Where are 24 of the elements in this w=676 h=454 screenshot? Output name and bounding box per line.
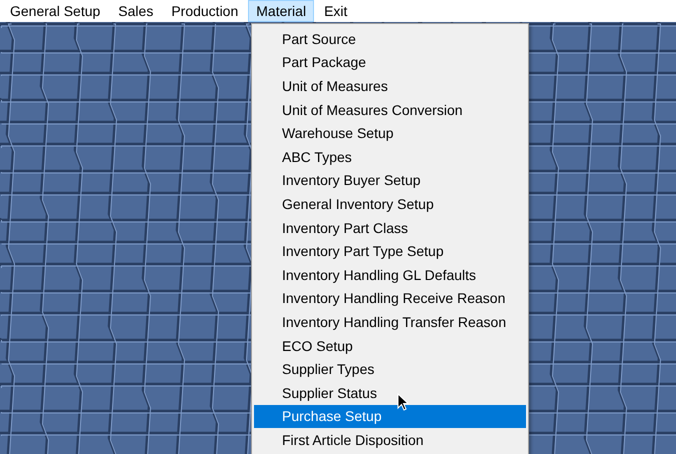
menu-item[interactable]: Warehouse Setup: [254, 121, 526, 145]
menu-item[interactable]: General Inventory Setup: [254, 192, 526, 216]
menu-item[interactable]: Inventory Handling Receive Reason: [254, 286, 526, 310]
menu-item[interactable]: Unit of Measures: [254, 74, 526, 98]
menu-bar-item[interactable]: Sales: [110, 0, 162, 22]
menu-item[interactable]: Inventory Handling GL Defaults: [254, 262, 526, 287]
menu-item[interactable]: Inventory Part Type Setup: [254, 239, 526, 263]
menu-item[interactable]: Purchase Setup: [254, 404, 526, 428]
menu-item[interactable]: First Article Disposition: [254, 428, 526, 452]
mouse-pointer-icon: [397, 393, 409, 411]
menu-item[interactable]: Inventory Buyer Setup: [254, 168, 526, 192]
menu-bar-item[interactable]: Production: [163, 0, 246, 22]
menu-item[interactable]: Inventory Part Class: [254, 216, 526, 240]
menu-bar-item[interactable]: Exit: [316, 0, 356, 22]
menu-item[interactable]: Supplier Status: [254, 380, 526, 404]
menu-item[interactable]: Part Source: [254, 27, 526, 51]
menu-item[interactable]: ABC Types: [254, 144, 526, 169]
menu-item[interactable]: Supplier Types: [254, 357, 526, 381]
menu-bar-item[interactable]: Material: [248, 0, 314, 22]
menu-item[interactable]: Part Package: [254, 50, 526, 74]
menu-item[interactable]: Inventory Handling Transfer Reason: [254, 310, 526, 334]
menu-bar-item[interactable]: General Setup: [2, 0, 108, 22]
menu-item[interactable]: Unit of Measures Conversion: [254, 98, 526, 122]
menu-item[interactable]: ECO Setup: [254, 334, 526, 358]
